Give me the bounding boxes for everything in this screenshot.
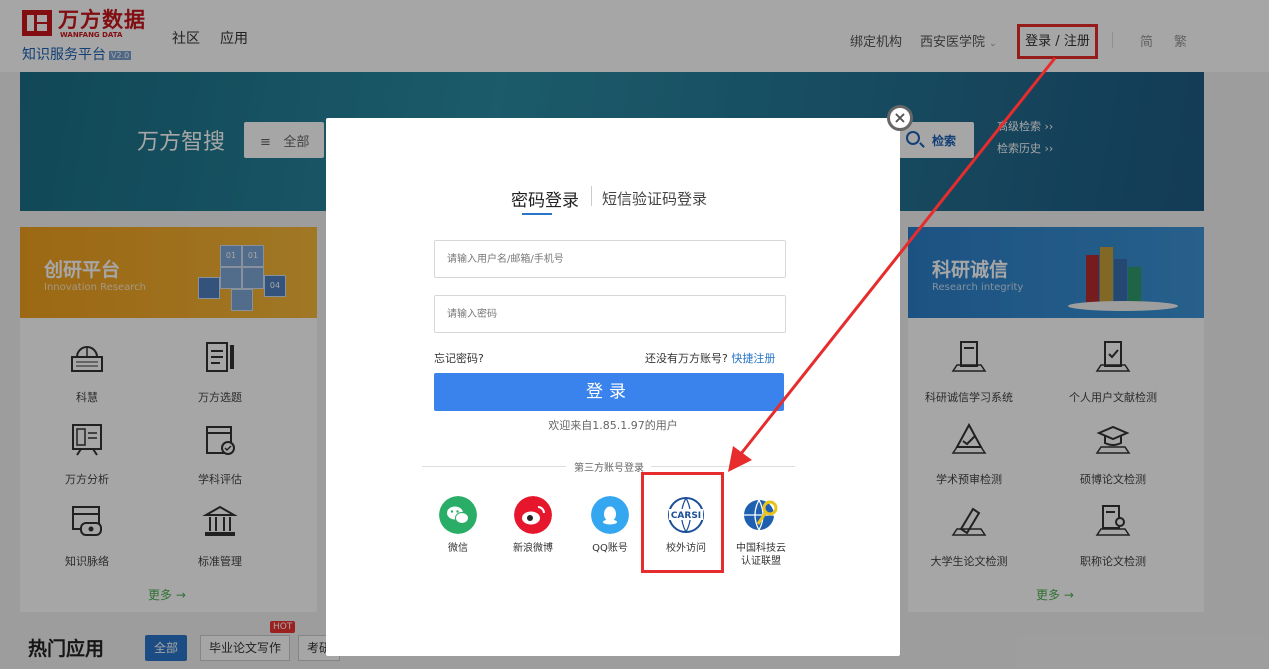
annotation-arrow bbox=[728, 57, 1057, 472]
